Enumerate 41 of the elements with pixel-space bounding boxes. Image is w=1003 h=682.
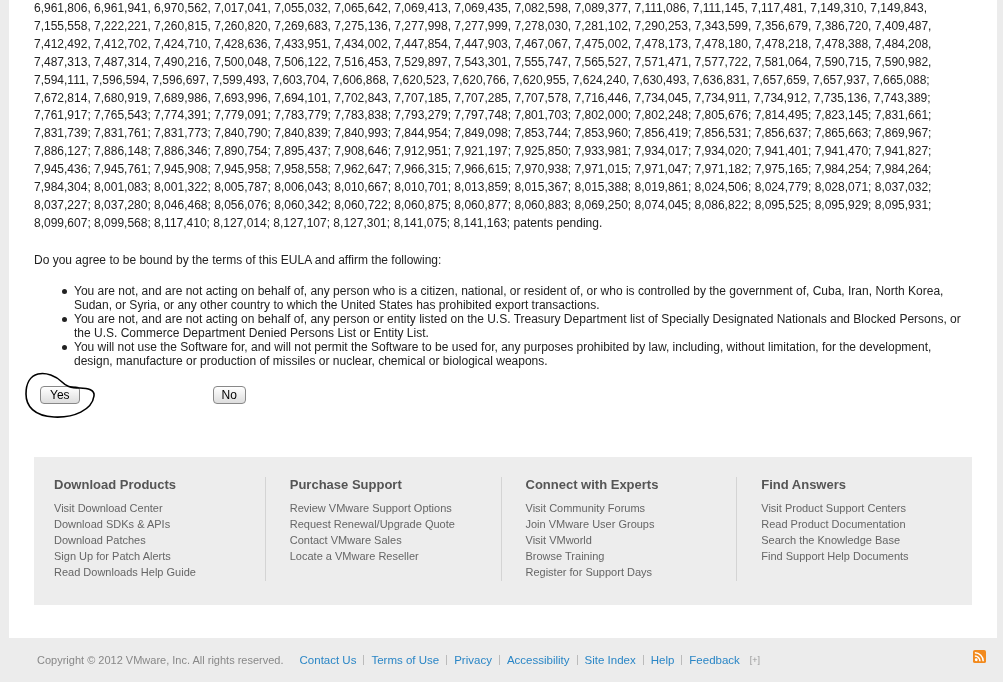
footer-link[interactable]: Request Renewal/Upgrade Quote	[289, 515, 501, 532]
footer-link[interactable]: Download Patches	[54, 531, 265, 548]
answer-button[interactable]: No	[212, 385, 246, 404]
footer-link[interactable]: Register for Support Days	[525, 563, 737, 580]
footer-link[interactable]: Browse Training	[525, 547, 737, 564]
footer-link[interactable]: Review VMware Support Options	[289, 499, 501, 516]
footer-link[interactable]: Locate a VMware Reseller	[289, 547, 501, 564]
footer-link[interactable]: Visit Product Support Centers	[761, 499, 972, 516]
bottom-link[interactable]: Site Index	[576, 655, 643, 665]
footer-link[interactable]: Search the Knowledge Base	[761, 531, 972, 548]
footer-link[interactable]: Visit VMworld	[525, 531, 737, 548]
bottom-link[interactable]: Accessibility	[498, 655, 577, 665]
footer-link[interactable]: Download SDKs & APIs	[54, 515, 265, 532]
condition-text: You will not use the Software for, and will not permit the Software to be used for, any purposes prohibited by law, including, without limitation, for the development, design, manufacture or production of missiles or nuclear, chemical or biological weapons.	[74, 339, 933, 368]
bottom-link[interactable]: Feedback	[681, 655, 747, 665]
footer-heading: Find Answers	[761, 476, 847, 493]
bullet-dot	[62, 344, 67, 350]
footer-link[interactable]: Visit Download Center	[54, 499, 265, 516]
footer-link[interactable]: Read Downloads Help Guide	[54, 563, 265, 580]
bottom-link[interactable]: Terms of Use	[363, 655, 447, 665]
footer-link[interactable]: Read Product Documentation	[761, 515, 972, 532]
patent-list-text: 6,961,806, 6,961,941, 6,970,562, 7,017,041, 7,055,032, 7,065,642, 7,069,413, 7,069,435, 7,082,598, 7,089,377, 7,111,086, 7,111,145, 7,117,481, 7,149,310, 7,149,843, 7,155,558, 7,222,221, 7,260,815, 7,260,820, 7,269,683, 7,275,136, 7,277,998, 7,277,999, 7,278,030, 7,281,102, 7,290,253, 7,343,599, 7,356,679, 7,386,720, 7,409,487, 7,412,492, 7,412,702, 7,424,710, 7,428,636, 7,433,951, 7,434,002, 7,447,854, 7,447,903, 7,467,067, 7,475,002, 7,478,173, 7,478,180, 7,478,218, 7,478,388, 7,484,208, 7,487,313, 7,487,314, 7,490,216, 7,500,048, 7,506,122, 7,516,453, 7,529,897, 7,543,301, 7,555,747, 7,565,527, 7,571,471, 7,577,722, 7,581,064, 7,590,715, 7,590,982, 7,594,111, 7,596,594, 7,596,697, 7,599,493, 7,603,704, 7,606,868, 7,620,523, 7,620,766, 7,620,955, 7,624,240, 7,630,493, 7,636,831, 7,657,659, 7,657,937, 7,665,088; 7,672,814, 7,680,919, 7,689,986, 7,693,996, 7,694,101, 7,702,843, 7,707,185, 7,707,285, 7,707,578, 7,716,446, 7,734,045, 7,734,911, 7,734,912, 7,735,136, 7,743,389; 7,761,917; 7,765,543; 7,774,391; 7,779,091; 7,783,779; 7,783,838; 7,793,279; 7,797,748; 7,801,703; 7,802,000; 7,802,248; 7,805,676; 7,814,495; 7,823,145; 7,831,661; 7,831,739; 7,831,761; 7,831,773; 7,840,790; 7,840,839; 7,840,993; 7,844,954; 7,849,098; 7,853,744; 7,853,960; 7,856,419; 7,856,531; 7,856,637; 7,865,663; 7,869,967; 7,886,127; 7,886,148; 7,886,346; 7,890,754; 7,895,437; 7,908,646; 7,912,951; 7,921,197; 7,925,850; 7,933,981; 7,934,017; 7,934,020; 7,941,401; 7,941,470; 7,941,827; 7,945,436; 7,945,761; 7,945,908; 7,945,958; 7,958,558; 7,962,647; 7,966,315; 7,966,615; 7,970,938; 7,971,015; 7,971,047; 7,971,182; 7,975,165; 7,984,254; 7,984,264; 7,984,304; 8,001,083; 8,001,322; 8,005,787; 8,006,043; 8,010,667; 8,010,701; 8,013,859; 8,015,367; 8,015,388; 8,019,861; 8,024,506; 8,024,779; 8,028,071; 8,037,032; 8,037,227; 8,037,280; 8,046,468; 8,056,076; 8,060,342; 8,060,722; 8,060,875; 8,060,877; 8,060,883; 8,069,250; 8,074,045; 8,086,822; 8,095,525; 8,095,929; 8,095,931; 8,099,607; 8,099,568; 8,117,410; 8,127,014; 8,127,107; 8,127,301; 8,141,075; 8,141,163; patents pending.	[34, 0, 933, 232]
question-text: Do you agree to be bound by the terms of this EULA and affirm the following:	[34, 252, 443, 267]
footer-heading: Connect with Experts	[525, 476, 660, 493]
answer-button[interactable]: Yes	[40, 385, 80, 404]
footer-link[interactable]: Find Support Help Documents	[761, 547, 972, 564]
footer-link[interactable]: Contact VMware Sales	[289, 531, 501, 548]
bottom-link[interactable]: Privacy	[446, 655, 499, 665]
footer-link[interactable]: Visit Community Forums	[525, 499, 737, 516]
bullet-dot	[62, 288, 67, 294]
bottom-link[interactable]: Help	[642, 655, 682, 665]
footer-link[interactable]: Sign Up for Patch Alerts	[54, 547, 265, 564]
footer-heading: Purchase Support	[289, 476, 403, 493]
footer-heading: Download Products	[54, 476, 178, 493]
bullet-dot	[62, 316, 67, 322]
condition-text: You are not, and are not acting on behalf of, any person or entity listed on the U.S. Treasury Department list of Specially Designated Nationals and Blocked Persons, or the U.S. Commerce Department Denied Persons List or Entity List.	[74, 311, 962, 340]
bottom-link[interactable]: Contact Us	[292, 654, 364, 666]
footer-link[interactable]: Join VMware User Groups	[525, 515, 737, 532]
copyright-text: Copyright © 2012 VMware, Inc. All rights reserved.	[37, 654, 284, 666]
rss-icon[interactable]	[973, 649, 987, 663]
condition-text: You are not, and are not acting on behalf of, any person who is a citizen, national, or resident of, or who is controlled by the government of, Cuba, Iran, North Korea, Sudan, or Syria, or any other country to which the United States has prohibited export transactions.	[74, 283, 945, 312]
